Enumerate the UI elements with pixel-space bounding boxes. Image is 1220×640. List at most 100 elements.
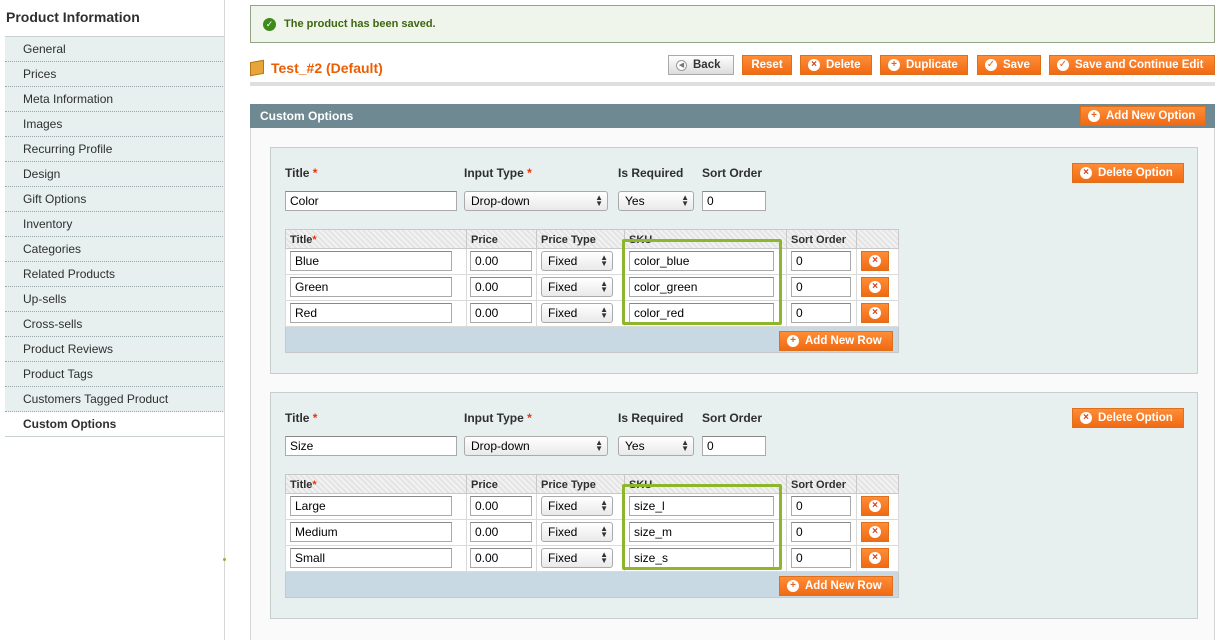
delete-option-button[interactable]: × Delete Option xyxy=(1072,163,1184,183)
row-sku-input[interactable]: color_red xyxy=(629,303,774,323)
delete-button-label: Delete xyxy=(826,59,861,71)
table-row: Blue 0.00 Fixed ▲ ▼ color_blue 0 × xyxy=(285,249,899,275)
option-title-input[interactable]: Color xyxy=(285,191,457,211)
sidebar-item-gift-options[interactable]: Gift Options xyxy=(5,187,225,212)
row-sort-input[interactable]: 0 xyxy=(791,251,851,271)
sidebar-item-customers-tagged-product[interactable]: Customers Tagged Product xyxy=(5,387,225,412)
row-sort-input[interactable]: 0 xyxy=(791,303,851,323)
row-price-type-select[interactable]: Fixed ▲ ▼ xyxy=(541,303,613,323)
delete-row-button[interactable]: × xyxy=(861,496,889,516)
row-price-type-select[interactable]: Fixed ▲ ▼ xyxy=(541,496,613,516)
save-button-label: Save xyxy=(1003,59,1030,71)
row-sort-input[interactable]: 0 xyxy=(791,496,851,516)
delete-row-button[interactable]: × xyxy=(861,522,889,542)
sidebar-title: Product Information xyxy=(6,9,140,25)
delete-x-icon: × xyxy=(869,307,881,319)
row-title-input[interactable]: Medium xyxy=(290,522,452,542)
row-title-input[interactable]: Large xyxy=(290,496,452,516)
select-arrows-icon: ▲ ▼ xyxy=(600,498,608,513)
select-arrows-icon: ▲ ▼ xyxy=(595,438,603,453)
sidebar-item-design[interactable]: Design xyxy=(5,162,225,187)
row-price-input[interactable]: 0.00 xyxy=(470,548,532,568)
option-values-grid: Title* Price Price Type SKU Sort Order L… xyxy=(285,474,899,600)
table-row: Red 0.00 Fixed ▲ ▼ color_red 0 × xyxy=(285,301,899,327)
save-and-continue-button[interactable]: ✓ Save and Continue Edit xyxy=(1049,55,1215,75)
row-title-input[interactable]: Blue xyxy=(290,251,452,271)
input-type-select[interactable]: Drop-down ▲ ▼ xyxy=(464,436,608,456)
sidebar-item-related-products[interactable]: Related Products xyxy=(5,262,225,287)
row-price-input[interactable]: 0.00 xyxy=(470,251,532,271)
row-price-type-select[interactable]: Fixed ▲ ▼ xyxy=(541,548,613,568)
save-and-continue-label: Save and Continue Edit xyxy=(1075,59,1204,71)
row-price-input[interactable]: 0.00 xyxy=(470,522,532,542)
delete-row-button[interactable]: × xyxy=(861,303,889,323)
delete-button[interactable]: × Delete xyxy=(800,55,872,75)
row-price-type-select[interactable]: Fixed ▲ ▼ xyxy=(541,251,613,271)
sidebar-item-meta-information[interactable]: Meta Information xyxy=(5,87,225,112)
row-price-input[interactable]: 0.00 xyxy=(470,303,532,323)
sidebar-item-prices[interactable]: Prices xyxy=(5,62,225,87)
sidebar-item-inventory[interactable]: Inventory xyxy=(5,212,225,237)
input-type-label: Input Type * xyxy=(464,166,532,180)
save-button[interactable]: ✓ Save xyxy=(977,55,1041,75)
delete-row-button[interactable]: × xyxy=(861,277,889,297)
select-arrows-icon: ▲ ▼ xyxy=(681,438,689,453)
is-required-select[interactable]: Yes ▲ ▼ xyxy=(618,191,694,211)
col-price-type-header: Price Type xyxy=(537,230,625,248)
row-price-input[interactable]: 0.00 xyxy=(470,496,532,516)
sidebar-item-up-sells[interactable]: Up-sells xyxy=(5,287,225,312)
sort-order-input[interactable]: 0 xyxy=(702,436,766,456)
sidebar-item-product-reviews[interactable]: Product Reviews xyxy=(5,337,225,362)
add-new-row-label: Add New Row xyxy=(805,580,882,592)
is-required-label: Is Required xyxy=(618,411,684,425)
back-button[interactable]: ◀ Back xyxy=(668,55,734,75)
delete-x-icon: × xyxy=(808,59,820,71)
delete-row-button[interactable]: × xyxy=(861,251,889,271)
sidebar-item-images[interactable]: Images xyxy=(5,112,225,137)
delete-option-button[interactable]: × Delete Option xyxy=(1072,408,1184,428)
row-title-input[interactable]: Red xyxy=(290,303,452,323)
resize-handle[interactable] xyxy=(223,558,226,561)
row-sku-input[interactable]: color_blue xyxy=(629,251,774,271)
sidebar-item-categories[interactable]: Categories xyxy=(5,237,225,262)
sidebar-item-product-tags[interactable]: Product Tags xyxy=(5,362,225,387)
option-title-label: Title * xyxy=(285,411,318,425)
reset-button[interactable]: Reset xyxy=(742,55,792,75)
row-title-input[interactable]: Small xyxy=(290,548,452,568)
row-sku-input[interactable]: size_m xyxy=(629,522,774,542)
is-required-select[interactable]: Yes ▲ ▼ xyxy=(618,436,694,456)
sidebar-item-recurring-profile[interactable]: Recurring Profile xyxy=(5,137,225,162)
delete-option-label: Delete Option xyxy=(1098,167,1173,179)
sidebar-item-general[interactable]: General xyxy=(5,37,225,62)
sidebar-item-custom-options[interactable]: Custom Options xyxy=(5,412,225,437)
row-sort-input[interactable]: 0 xyxy=(791,522,851,542)
add-new-row-button[interactable]: + Add New Row xyxy=(779,331,893,351)
duplicate-button[interactable]: + Duplicate xyxy=(880,55,968,75)
row-sort-input[interactable]: 0 xyxy=(791,548,851,568)
row-price-type-select[interactable]: Fixed ▲ ▼ xyxy=(541,277,613,297)
back-arrow-icon: ◀ xyxy=(676,59,687,71)
row-title-input[interactable]: Green xyxy=(290,277,452,297)
row-sku-input[interactable]: color_green xyxy=(629,277,774,297)
row-sku-input[interactable]: size_s xyxy=(629,548,774,568)
option-title-input[interactable]: Size xyxy=(285,436,457,456)
col-title-header: Title* xyxy=(286,475,467,493)
option-values-grid: Title* Price Price Type SKU Sort Order B… xyxy=(285,229,899,355)
price-type-value: Fixed xyxy=(548,525,578,539)
add-new-option-button[interactable]: + Add New Option xyxy=(1080,106,1206,126)
table-row: Medium 0.00 Fixed ▲ ▼ size_m 0 × xyxy=(285,520,899,546)
row-sku-input[interactable]: size_l xyxy=(629,496,774,516)
delete-row-button[interactable]: × xyxy=(861,548,889,568)
input-type-select[interactable]: Drop-down ▲ ▼ xyxy=(464,191,608,211)
delete-x-icon: × xyxy=(1080,412,1092,424)
sort-order-input[interactable]: 0 xyxy=(702,191,766,211)
plus-icon: + xyxy=(787,580,799,592)
col-sort-order-header: Sort Order xyxy=(787,230,857,248)
row-sort-input[interactable]: 0 xyxy=(791,277,851,297)
add-new-row-button[interactable]: + Add New Row xyxy=(779,576,893,596)
delete-x-icon: × xyxy=(869,552,881,564)
row-price-type-select[interactable]: Fixed ▲ ▼ xyxy=(541,522,613,542)
sidebar-item-cross-sells[interactable]: Cross-sells xyxy=(5,312,225,337)
grid-header: Title* Price Price Type SKU Sort Order xyxy=(285,229,899,249)
row-price-input[interactable]: 0.00 xyxy=(470,277,532,297)
